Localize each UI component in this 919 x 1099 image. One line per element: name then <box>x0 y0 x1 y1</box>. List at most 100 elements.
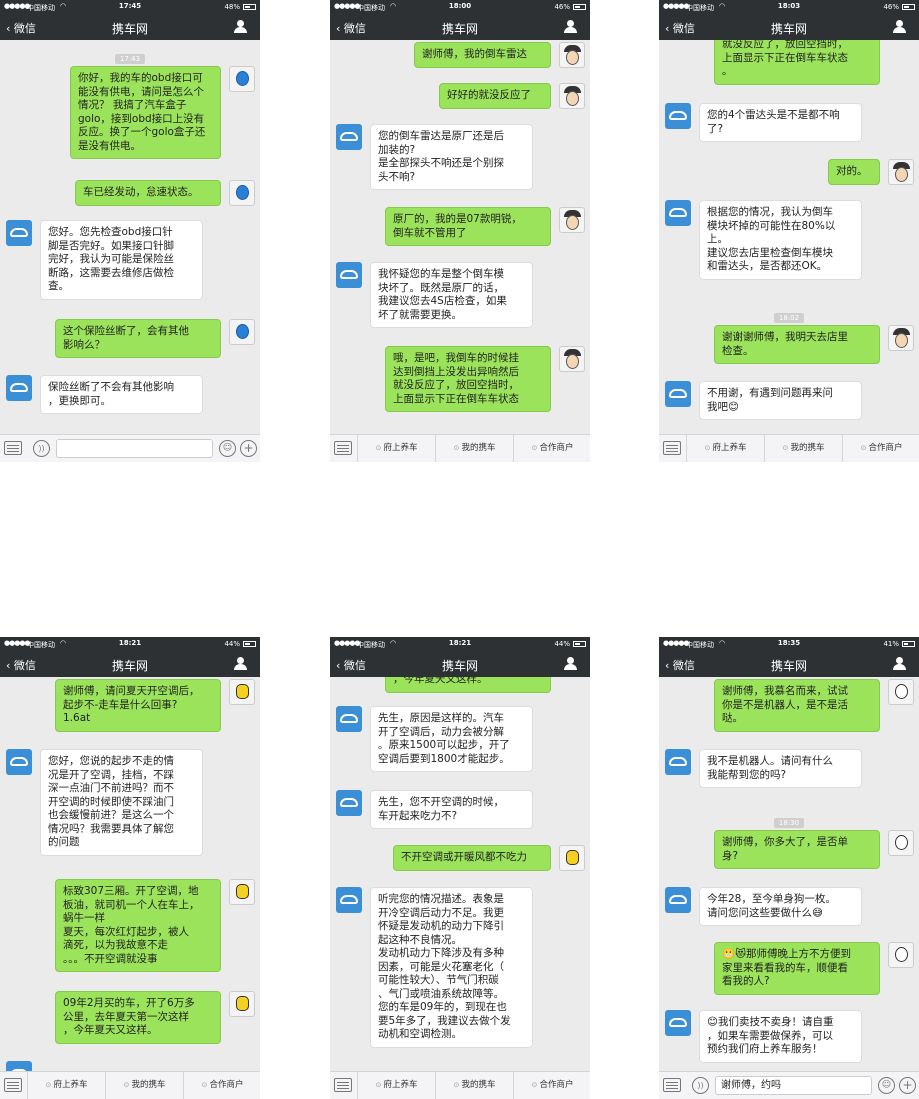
user-avatar[interactable] <box>559 845 585 871</box>
menu-item-home-care[interactable]: 府上养车 <box>27 1072 105 1099</box>
message-bubble-sent[interactable]: 谢师傅，我慕名而来，试试 你是不是机器人，是不是活 哒。 <box>714 679 880 732</box>
keyboard-icon[interactable] <box>663 441 681 455</box>
user-avatar[interactable] <box>559 42 585 68</box>
message-list[interactable]: 谢师傅，我的倒车雷达 好好的就没反应了 您的倒车雷达是原厂还是后 加装的? 是全… <box>330 40 590 434</box>
message-list[interactable]: 就没反应了，放回空挡时， 上面显示下正在倒车车状态 。 您的4个雷达头是不是都不… <box>659 40 919 434</box>
user-avatar[interactable] <box>888 679 914 705</box>
message-bubble-received[interactable]: 不用谢，有遇到问题再来问 我吧😊 <box>699 381 862 420</box>
message-list[interactable]: 谢师傅，我慕名而来，试试 你是不是机器人，是不是活 哒。 我不是机器人。请问有什… <box>659 677 919 1071</box>
menu-item-home-care[interactable]: 府上养车 <box>686 435 764 462</box>
service-avatar[interactable] <box>6 375 32 401</box>
user-avatar[interactable] <box>888 942 914 968</box>
profile-icon[interactable] <box>234 657 247 671</box>
service-avatar[interactable] <box>336 124 362 150</box>
service-avatar[interactable] <box>336 706 362 732</box>
menu-toggle-icon[interactable] <box>663 1078 681 1092</box>
user-avatar[interactable] <box>559 207 585 233</box>
message-bubble-sent[interactable]: ，今年夏天又这样。 <box>385 677 551 693</box>
message-bubble-sent[interactable]: 谢师傅，你多大了，是否单 身? <box>714 830 880 869</box>
message-bubble-sent[interactable]: 标致307三厢。开了空调，地 板油，就司机一个人在车上， 蜗牛一样 夏天，每次红… <box>55 879 221 972</box>
message-list[interactable]: 17:43 你好，我的车的obd接口可 能没有供电，请问是怎么个 情况？ 我搞了… <box>0 40 260 434</box>
menu-item-my-car[interactable]: 我的携车 <box>435 435 513 462</box>
message-bubble-sent[interactable]: 谢谢谢师傅，我明天去店里 检查。 <box>714 325 880 364</box>
keyboard-icon[interactable] <box>4 1078 22 1092</box>
profile-icon[interactable] <box>893 20 906 34</box>
user-avatar[interactable] <box>229 879 255 905</box>
user-avatar[interactable] <box>888 830 914 856</box>
message-bubble-received[interactable]: 😊我们卖技不卖身！请自重 ，如果车需要做保养，可以 预约我们府上养车服务！ <box>699 1010 862 1063</box>
service-avatar[interactable] <box>665 200 691 226</box>
service-avatar[interactable] <box>6 749 32 775</box>
user-avatar[interactable] <box>229 679 255 705</box>
message-bubble-received[interactable]: 今年28，至今单身狗一枚。 请问您问这些要做什么😅 <box>699 887 862 926</box>
user-avatar[interactable] <box>229 180 255 206</box>
message-bubble-received[interactable]: 保险丝断了不会有其他影响 ，更换即可。 <box>40 375 203 414</box>
service-avatar[interactable] <box>336 887 362 913</box>
message-bubble-sent[interactable]: 谢师傅，请问夏天开空调后， 起步不-走车是什么回事? 1.6at <box>55 679 221 732</box>
message-bubble-sent[interactable]: 车已经发动，怠速状态。 <box>75 180 221 206</box>
user-avatar[interactable] <box>229 66 255 92</box>
user-avatar[interactable] <box>888 159 914 185</box>
message-bubble-sent[interactable]: 就没反应了，放回空挡时， 上面显示下正在倒车车状态 。 <box>714 40 880 85</box>
user-avatar[interactable] <box>229 991 255 1017</box>
message-bubble-sent[interactable]: 不开空调或开暖风都不吃力 <box>393 845 551 871</box>
menu-item-partners[interactable]: 合作商户 <box>183 1072 260 1099</box>
menu-item-home-care[interactable]: 府上养车 <box>357 1072 435 1099</box>
message-bubble-sent[interactable]: 谢师傅，我的倒车雷达 <box>414 42 551 68</box>
menu-item-my-car[interactable]: 我的携车 <box>105 1072 183 1099</box>
service-avatar[interactable] <box>6 1061 32 1071</box>
message-bubble-sent[interactable]: 09年2月买的车，开了6万多 公里，去年夏天第一次这样 ，今年夏天又这样。 <box>55 991 221 1044</box>
menu-item-home-care[interactable]: 府上养车 <box>357 435 435 462</box>
emoji-icon[interactable]: ☺ <box>878 1077 895 1094</box>
voice-icon[interactable]: )) <box>692 1077 709 1094</box>
menu-item-my-car[interactable]: 我的携车 <box>764 435 842 462</box>
user-avatar[interactable] <box>559 83 585 109</box>
message-bubble-received[interactable]: 听完您的情况描述。表象是 开冷空调后动力不足。我更 怀疑是发动机的动力下降引 起… <box>370 887 533 1048</box>
menu-item-partners[interactable]: 合作商户 <box>842 435 919 462</box>
message-bubble-received[interactable]: 先生，原因是这样的。汽车 开了空调后，动力会被分解 。原来1500可以起步，开了… <box>370 706 533 772</box>
voice-icon[interactable]: )) <box>33 440 50 457</box>
message-bubble-received[interactable]: 我怀疑您的车是整个倒车模 块坏了。既然是原厂的话， 我建议您去4S店检查，如果 … <box>370 262 533 328</box>
message-input[interactable]: 谢师傅，约吗 <box>715 1076 872 1095</box>
message-bubble-received[interactable]: 您好，您说的起步不走的情 况是开了空调，挂档，不踩 深一点油门不前进吗？而不 开… <box>40 749 203 856</box>
message-list[interactable]: 谢师傅，请问夏天开空调后， 起步不-走车是什么回事? 1.6at 您好，您说的起… <box>0 677 260 1071</box>
menu-item-my-car[interactable]: 我的携车 <box>435 1072 513 1099</box>
service-avatar[interactable] <box>336 262 362 288</box>
service-avatar[interactable] <box>336 790 362 816</box>
profile-icon[interactable] <box>564 657 577 671</box>
message-bubble-sent[interactable]: 原厂的，我的是07款明锐， 倒车就不管用了 <box>385 207 551 246</box>
keyboard-icon[interactable] <box>334 441 352 455</box>
menu-item-partners[interactable]: 合作商户 <box>513 1072 590 1099</box>
profile-icon[interactable] <box>234 20 247 34</box>
message-bubble-received[interactable]: 您的4个雷达头是不是都不响 了? <box>699 103 862 142</box>
message-list[interactable]: ，今年夏天又这样。 先生，原因是这样的。汽车 开了空调后，动力会被分解 。原来1… <box>330 677 590 1071</box>
message-bubble-sent[interactable]: 😬😻那师傅晚上方不方便到 家里来看看我的车，顺便看 看我的人? <box>714 942 880 995</box>
service-avatar[interactable] <box>665 1010 691 1036</box>
message-bubble-received[interactable]: 您好。您先检查obd接口针 脚是否完好。如果接口针脚 完好，我认为可能是保险丝 … <box>40 220 203 300</box>
message-input[interactable] <box>56 439 213 458</box>
service-avatar[interactable] <box>665 887 691 913</box>
service-avatar[interactable] <box>6 220 32 246</box>
message-bubble-sent[interactable]: 这个保险丝断了，会有其他 影响么？ <box>55 319 221 358</box>
profile-icon[interactable] <box>893 657 906 671</box>
menu-item-partners[interactable]: 合作商户 <box>513 435 590 462</box>
message-bubble-received[interactable]: 根据您的情况，我认为倒车 模块坏掉的可能性在80%以 上。 建议您去店里检查倒车… <box>699 200 862 280</box>
user-avatar[interactable] <box>229 319 255 345</box>
message-bubble-received[interactable]: 先生，您不开空调的时候， 车开起来吃力不? <box>370 790 533 829</box>
user-avatar[interactable] <box>559 346 585 372</box>
plus-icon[interactable]: + <box>240 440 257 457</box>
menu-toggle-icon[interactable] <box>4 441 22 455</box>
message-bubble-received[interactable]: 您的倒车雷达是原厂还是后 加装的? 是全部探头不响还是个别探 头不响? <box>370 124 533 190</box>
service-avatar[interactable] <box>665 749 691 775</box>
plus-icon[interactable]: + <box>899 1077 916 1094</box>
message-bubble-received[interactable]: 我不是机器人。请问有什么 我能帮到您的吗? <box>699 749 862 788</box>
user-avatar[interactable] <box>888 325 914 351</box>
keyboard-icon[interactable] <box>334 1078 352 1092</box>
profile-icon[interactable] <box>564 20 577 34</box>
message-bubble-sent[interactable]: 哦，是吧，我倒车的时候挂 达到倒挡上没发出异响然后 就没反应了，放回空挡时， 上… <box>385 346 551 412</box>
service-avatar[interactable] <box>665 103 691 129</box>
service-avatar[interactable] <box>665 381 691 407</box>
message-bubble-sent[interactable]: 对的。 <box>828 159 880 185</box>
message-bubble-sent[interactable]: 好好的就没反应了 <box>439 83 551 109</box>
emoji-icon[interactable]: ☺ <box>219 440 236 457</box>
